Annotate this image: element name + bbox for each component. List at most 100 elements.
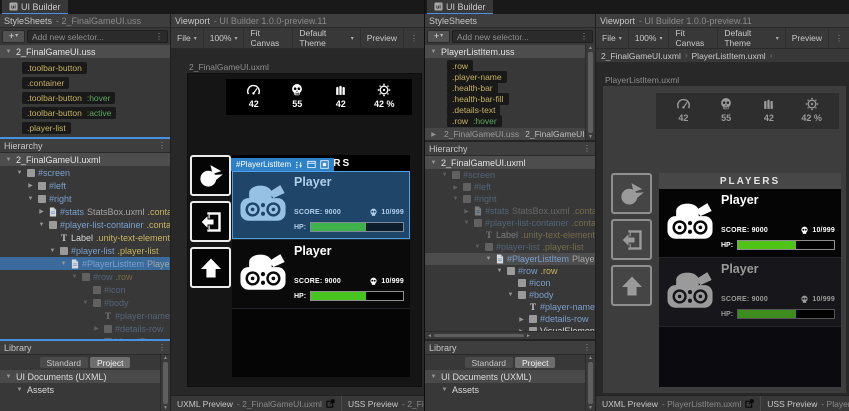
scrollbar-thumb[interactable] — [433, 334, 524, 337]
hierarchy-item-label[interactable]: T Label.unity-text-element .unity-l — [425, 229, 595, 241]
hierarchy-item-icon[interactable]: #icon — [425, 277, 595, 289]
scrollbar-thumb[interactable] — [163, 362, 168, 404]
library-item-assets[interactable]: ▼ Assets — [425, 383, 595, 396]
inactive-uss-row[interactable]: ▶2_FinalGameUI.uss2_FinalGameUI.uxml — [425, 128, 595, 140]
preview-pane-toggle[interactable]: USS Preview- PlayerListItem.uss — [761, 396, 849, 411]
expander-arrow-icon[interactable]: ▼ — [4, 157, 13, 163]
file-menu-button[interactable]: File ▾ — [171, 28, 204, 48]
expander-arrow-icon[interactable]: ▼ — [462, 220, 471, 226]
expander-arrow-icon[interactable]: ▼ — [37, 222, 46, 228]
stylesheets-scrollbar[interactable]: ▲ ▼ — [585, 45, 595, 140]
library-tab-standard[interactable]: Standard — [39, 357, 89, 368]
uss-selector-row[interactable]: .toolbar-button — [0, 60, 170, 75]
hierarchy-item-row[interactable]: ▼ #row .row — [0, 270, 170, 283]
scroll-left-arrow-icon[interactable]: ◄ — [427, 333, 432, 339]
breadcrumb-item[interactable]: 2_FinalGameUI.uxml — [601, 51, 681, 61]
expander-arrow-icon[interactable]: ▼ — [484, 256, 493, 262]
uss-selector-chip[interactable]: .health-bar-fill — [447, 92, 509, 105]
library-header[interactable]: Library ⋮ — [425, 341, 595, 355]
expander-arrow-icon[interactable]: ▶ — [26, 182, 35, 189]
hierarchy-item-player-name[interactable]: T#player-name.unity-text-element — [0, 309, 170, 322]
comet-button[interactable] — [190, 155, 231, 196]
viewport-canvas-area[interactable]: 2_FinalGameUI.uxml 42554242 % PLAYERSPlaye… — [171, 49, 424, 395]
hierarchy-item-screen[interactable]: ▼ #screen — [425, 169, 595, 181]
scroll-down-arrow-icon[interactable]: ▼ — [163, 405, 168, 411]
viewport-menu-kebab-icon[interactable]: ⋮ — [404, 28, 424, 48]
up-arrow-button[interactable] — [190, 247, 231, 288]
library-menu-icon[interactable]: ⋮ — [158, 343, 166, 352]
hierarchy-root-row[interactable]: ▼ 2_FinalGameUI.uxml — [425, 156, 595, 169]
expander-arrow-icon[interactable]: ▶ — [37, 208, 46, 215]
uss-selector-row[interactable]: .player-name — [425, 70, 595, 83]
scrollbar-thumb[interactable] — [588, 362, 593, 404]
library-menu-icon[interactable]: ⋮ — [583, 343, 591, 352]
scroll-up-arrow-icon[interactable]: ▲ — [588, 45, 593, 51]
uss-selector-row[interactable]: .health-bar — [425, 81, 595, 94]
preview-pane-toggle[interactable]: UXML Preview - 2_FinalGameUI.uxml — [171, 396, 342, 411]
scroll-right-arrow-icon[interactable]: ► — [526, 333, 531, 339]
add-selector-button[interactable]: + ▾ — [427, 30, 450, 43]
uss-selector-row[interactable]: .toolbar-button:active — [0, 105, 170, 120]
uss-selector-chip[interactable]: .row — [447, 59, 474, 72]
hierarchy-item-label[interactable]: T Label.unity-text-element .unity-la — [0, 231, 170, 244]
zoom-dropdown[interactable]: 100% ▾ — [204, 28, 245, 48]
hierarchy-item-stats[interactable]: ▶ #statsStatsBox.uxml.container — [425, 205, 595, 217]
file-menu-button[interactable]: File ▾ — [596, 28, 629, 48]
library-scrollbar[interactable]: ▲ ▼ — [585, 355, 595, 411]
canvas-title[interactable]: 2_FinalGameUI.uxml — [187, 60, 422, 73]
theme-dropdown[interactable]: Default Theme ▾ — [718, 28, 786, 48]
selected-element-header[interactable]: #PlayerListItem — [231, 158, 335, 171]
uss-selector-row[interactable]: .row:hover — [425, 114, 595, 127]
expander-arrow-icon[interactable]: ▶ — [451, 184, 460, 191]
expander-arrow-icon[interactable]: ▼ — [506, 292, 515, 298]
uss-selector-chip[interactable]: .details-text — [447, 103, 501, 116]
hierarchy-item-icon[interactable]: #icon — [0, 283, 170, 296]
hierarchy-item-details-row[interactable]: ▶ #details-row — [0, 322, 170, 335]
preview-pane-toggle[interactable]: USS Preview- 2_FinalGameUI.uss — [342, 396, 424, 411]
scroll-down-arrow-icon[interactable]: ▼ — [588, 405, 593, 411]
hierarchy-header[interactable]: Hierarchy ⋮ — [425, 142, 595, 156]
expander-arrow-icon[interactable]: ▼ — [4, 49, 13, 55]
expander-arrow-icon[interactable]: ▼ — [15, 387, 24, 393]
options-kebab-icon[interactable]: ⋮ — [155, 32, 163, 41]
uss-selector-row[interactable]: .row — [425, 59, 595, 72]
expander-arrow-icon[interactable]: ▼ — [429, 49, 438, 55]
expander-arrow-icon[interactable]: ▼ — [81, 300, 90, 306]
up-arrow-button[interactable] — [611, 265, 652, 306]
hierarchy-item-left[interactable]: ▶ #left — [0, 179, 170, 192]
ui-builder-tab[interactable]: ui UI Builder — [2, 0, 68, 14]
hierarchy-item-playerlistitem[interactable]: ▼ #PlayerListItemPlayerListItem.uxml — [0, 257, 170, 270]
scrollbar-thumb[interactable] — [588, 52, 593, 133]
uss-selector-chip[interactable]: .player-list — [22, 121, 71, 134]
uss-selector-chip[interactable]: .toolbar-button:hover — [22, 91, 116, 104]
expander-arrow-icon[interactable]: ▼ — [473, 244, 482, 250]
player-list-item[interactable]: Player SCORE: 9000 10/999 HP: — [659, 189, 841, 258]
hierarchy-menu-icon[interactable]: ⋮ — [158, 141, 166, 150]
stylesheets-header[interactable]: StyleSheets — [425, 14, 595, 28]
hierarchy-header[interactable]: Hierarchy ⋮ — [0, 139, 170, 153]
canvas-title[interactable]: PlayerListItem.uxml — [603, 73, 846, 86]
preview-toggle-button[interactable]: Preview — [361, 28, 404, 48]
expander-arrow-icon[interactable]: ▼ — [26, 196, 35, 202]
preview-pane-toggle[interactable]: UXML Preview - PlayerListItem.uxml — [596, 396, 762, 411]
player-list-item[interactable]: Player SCORE: 9000 10/999 HP: — [659, 258, 841, 327]
theme-dropdown[interactable]: Default Theme ▾ — [293, 28, 361, 48]
exit-button[interactable] — [190, 201, 231, 242]
expander-arrow-icon[interactable]: ▶ — [429, 131, 438, 138]
scroll-up-arrow-icon[interactable]: ▲ — [588, 355, 593, 361]
expander-arrow-icon[interactable]: ▼ — [440, 172, 449, 178]
uss-selector-row[interactable]: .health-bar-fill — [425, 92, 595, 105]
viewport-menu-kebab-icon[interactable]: ⋮ — [829, 28, 849, 48]
library-tab-project[interactable]: Project — [515, 357, 556, 368]
viewport-header[interactable]: Viewport - UI Builder 1.0.0-preview.11 — [596, 14, 849, 28]
uss-selector-chip[interactable]: .row:hover — [447, 114, 502, 127]
fit-canvas-button[interactable]: Fit Canvas — [669, 28, 719, 48]
uss-selector-row[interactable]: .player-list — [0, 120, 170, 135]
open-in-isolation-icon[interactable] — [307, 160, 316, 169]
stats-box[interactable]: 42 55 42 42 % — [226, 79, 412, 115]
hierarchy-item-player-name[interactable]: T#player-name.unity-text-e — [425, 301, 595, 313]
expander-arrow-icon[interactable]: ▶ — [92, 338, 101, 339]
scroll-up-arrow-icon[interactable]: ▲ — [163, 355, 168, 361]
player-list[interactable]: PLAYERSPlayerSCORE: 900010/999HP:#Player… — [231, 155, 410, 377]
uss-selector-chip[interactable]: .toolbar-button — [22, 61, 87, 74]
